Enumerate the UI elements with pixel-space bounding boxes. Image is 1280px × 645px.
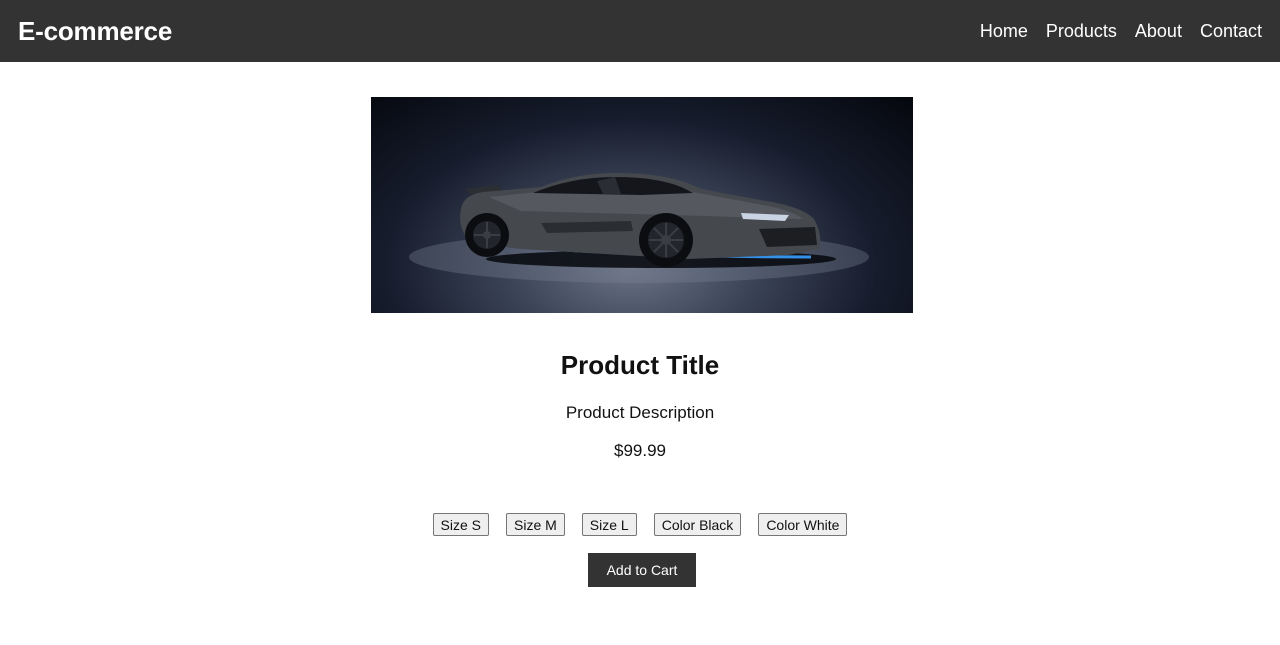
nav-contact[interactable]: Contact [1200,21,1262,42]
product-image [371,97,913,313]
color-black-button[interactable]: Color Black [653,513,742,536]
nav-about[interactable]: About [1135,21,1182,42]
main-nav: Home Products About Contact [980,21,1262,42]
product-title: Product Title [560,350,720,380]
site-logo[interactable]: E-commerce [18,16,172,47]
option-buttons: Size S Size M Size L Color Black Color W… [0,513,1280,536]
site-header: E-commerce Home Products About Contact [0,0,1280,62]
product-price: $99.99 [614,441,666,460]
nav-home[interactable]: Home [980,21,1028,42]
color-white-button[interactable]: Color White [758,513,848,536]
product-description: Product Description [565,403,715,422]
nav-products[interactable]: Products [1046,21,1117,42]
car-photo-icon [409,173,869,283]
size-m-button[interactable]: Size M [506,513,565,536]
add-to-cart-button[interactable]: Add to Cart [588,553,696,587]
size-l-button[interactable]: Size L [581,513,637,536]
size-s-button[interactable]: Size S [432,513,489,536]
